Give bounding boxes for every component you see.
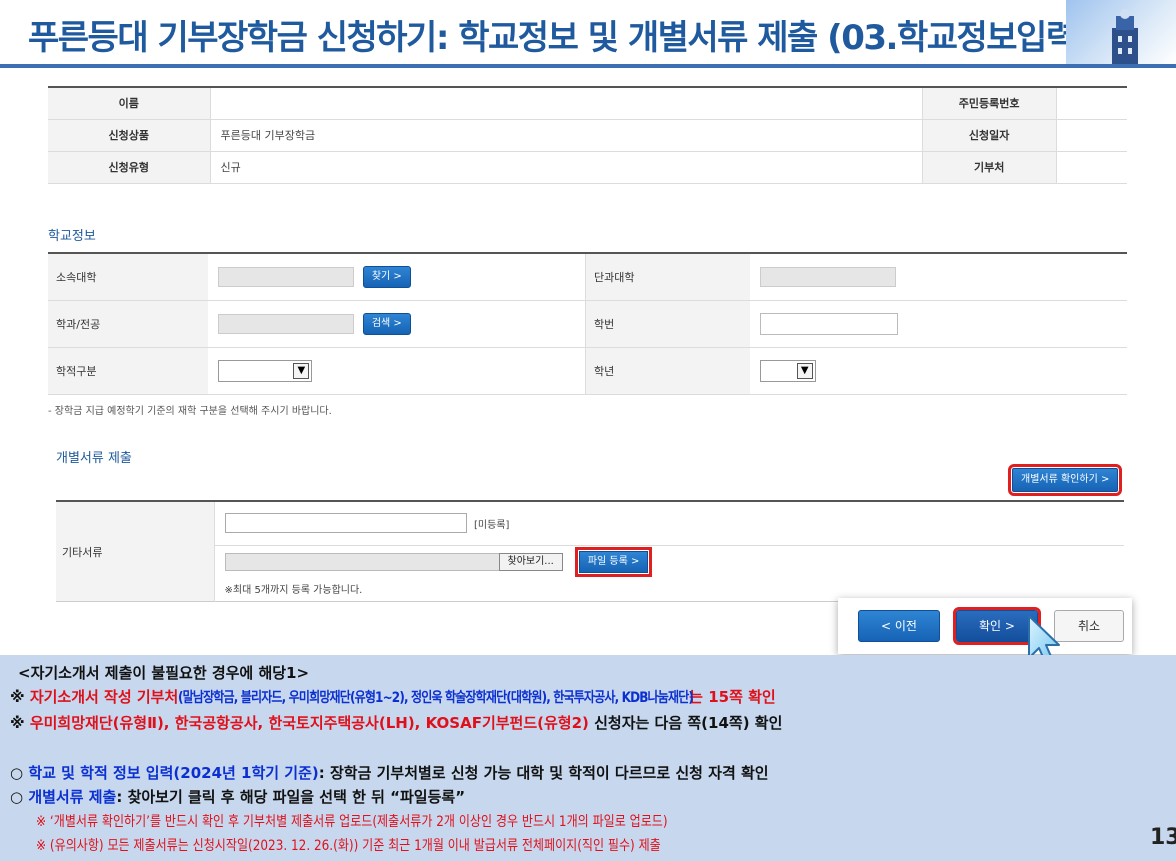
note-line-3: ○ 학교 및 학적 정보 입력(2024년 1학기 기준): 장학금 기부처별로… [10, 764, 769, 782]
table-row: 신청상품 푸른등대 기부장학금 신청일자 [48, 119, 1127, 152]
student-id-input[interactable] [759, 312, 898, 335]
major-label: 학과/전공 [48, 300, 209, 348]
table-row: 학과/전공 검색 > 학번 [48, 300, 1127, 348]
student-id-label: 학번 [585, 300, 750, 348]
apply-date-value [1056, 119, 1127, 152]
table-row: 신청유형 신규 기부처 [48, 151, 1127, 184]
page-header: 푸른등대 기부장학금 신청하기: 학교정보 및 개별서류 제출 (03.학교정보… [0, 0, 1176, 68]
documents-section-title: 개별서류 제출 [56, 451, 132, 466]
school-section-title: 학교정보 [48, 229, 96, 244]
enrollment-label: 학적구분 [48, 347, 209, 395]
notes-heading: <자기소개서 제출이 불필요한 경우에 해당1> [18, 664, 310, 682]
browse-button[interactable]: 찾아보기... [498, 552, 563, 571]
name-label: 이름 [48, 87, 211, 120]
file-path-input[interactable] [224, 552, 501, 571]
name-value [210, 87, 923, 120]
college-label: 단과대학 [585, 253, 750, 301]
file-register-button[interactable]: 파일 등록 > [574, 546, 653, 577]
other-documents-label: 기타서류 [56, 501, 215, 602]
apply-date-label: 신청일자 [921, 119, 1057, 152]
note-line-2: ※ 우미희망재단(유형Ⅱ), 한국공항공사, 한국토지주택공사(LH), KOS… [10, 714, 783, 732]
grade-select[interactable]: ▼ [759, 359, 816, 382]
table-row: 찾아보기... 파일 등록 > ※최대 5개까지 등록 가능합니다. [56, 545, 1124, 601]
navigation-panel: < 이전 확인 > 취소 [838, 598, 1132, 654]
product-label: 신청상품 [48, 119, 211, 152]
product-value: 푸른등대 기부장학금 [210, 119, 923, 152]
university-label: 소속대학 [48, 253, 209, 301]
resident-number-value [1056, 87, 1127, 120]
chevron-down-icon: ▼ [796, 362, 813, 379]
search-major-button[interactable]: 검색 > [362, 312, 411, 335]
donor-value [1056, 151, 1127, 184]
note-line-1: ※ 자기소개서 작성 기부처(말남장학금, 블리자드, 우미희망재단(유형1~2… [10, 688, 776, 706]
find-university-button[interactable]: 찾기 > [362, 265, 411, 288]
major-input[interactable] [218, 313, 355, 334]
grade-label: 학년 [585, 347, 750, 395]
documents-table: 기타서류 [미등록] 찾아보기... 파일 등록 > ※최대 5개까지 등록 가능… [56, 500, 1124, 602]
page-title: 푸른등대 기부장학금 신청하기: 학교정보 및 개별서류 제출 (03.학교정보… [28, 18, 1091, 58]
university-input[interactable] [218, 266, 355, 287]
table-row: 이름 주민등록번호 [48, 87, 1127, 120]
note-line-5: ※ ‘개별서류 확인하기’를 반드시 확인 후 기부처별 제출서류 업로드(제출… [36, 814, 668, 830]
college-input[interactable] [759, 266, 896, 287]
enrollment-select[interactable]: ▼ [218, 359, 313, 382]
cancel-button[interactable]: 취소 [1054, 610, 1124, 642]
table-row: 소속대학 찾기 > 단과대학 [48, 253, 1127, 301]
school-info-table: 소속대학 찾기 > 단과대학 학과/전공 검색 > 학번 학적구분 ▼ 학년 ▼ [48, 252, 1127, 395]
resident-number-label: 주민등록번호 [921, 87, 1057, 120]
check-documents-button[interactable]: 개별서류 확인하기 > [1007, 464, 1123, 496]
donor-label: 기부처 [921, 151, 1057, 184]
table-row: 기타서류 [미등록] [56, 501, 1124, 602]
applicant-info-table: 이름 주민등록번호 신청상품 푸른등대 기부장학금 신청일자 신청유형 신규 기… [48, 86, 1127, 184]
document-status: [미등록] [474, 519, 510, 531]
chevron-down-icon: ▼ [293, 362, 310, 379]
lighthouse-icon [1066, 0, 1176, 64]
enrollment-note: - 장학금 지급 예정학기 기준의 재학 구분을 선택해 주시기 바랍니다. [48, 406, 332, 417]
page-number: 13 [1150, 825, 1176, 850]
document-name-input[interactable] [224, 513, 467, 534]
apply-type-label: 신청유형 [48, 151, 211, 184]
note-line-6: ※ (유의사항) 모든 제출서류는 신청시작일(2023. 12. 26.(화)… [36, 838, 661, 854]
table-row: 학적구분 ▼ 학년 ▼ [48, 347, 1127, 395]
max-files-note: ※최대 5개까지 등록 가능합니다. [224, 584, 363, 596]
apply-type-value: 신규 [210, 151, 923, 184]
prev-button[interactable]: < 이전 [858, 610, 940, 642]
note-line-4: ○ 개별서류 제출: 찾아보기 클릭 후 해당 파일을 선택 한 뒤 “파일등록… [10, 788, 466, 806]
